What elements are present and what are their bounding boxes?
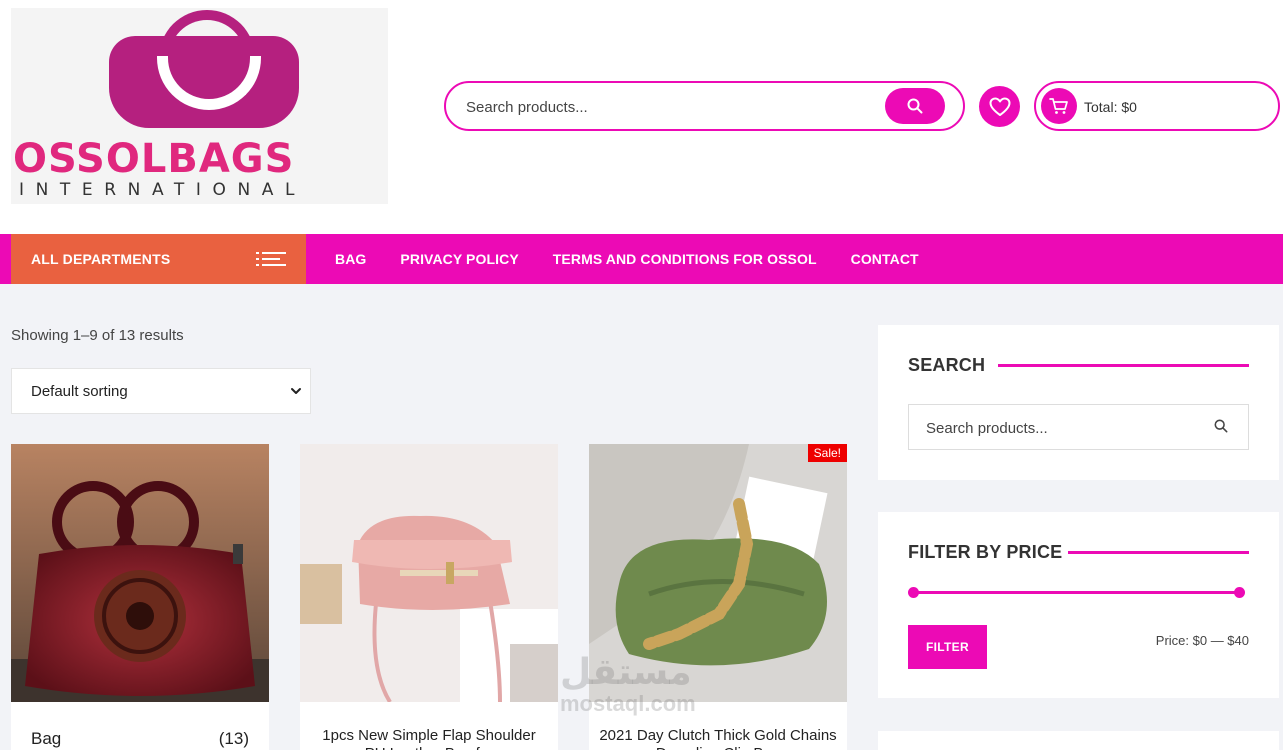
search-widget-title: SEARCH	[908, 355, 986, 375]
pink-bag-photo	[300, 444, 558, 702]
nav-menu: BAG PRIVACY POLICY TERMS AND CONDITIONS …	[335, 251, 953, 267]
nav-item-contact[interactable]: CONTACT	[851, 251, 919, 267]
logo-brand-left: OSSOL	[13, 136, 168, 182]
header-search	[444, 81, 965, 131]
wishlist-button[interactable]	[979, 86, 1020, 127]
sort-select[interactable]: Default sorting	[11, 368, 311, 414]
product-title[interactable]: 2021 Day Clutch Thick Gold Chains Dumpli…	[599, 727, 837, 750]
product-image[interactable]	[300, 444, 558, 702]
price-range-label: Price: $0 — $40	[1155, 633, 1249, 648]
sort-selected-value: Default sorting	[31, 383, 128, 400]
site-logo[interactable]: OSSOL BAGS INTERNATIONAL	[11, 8, 388, 204]
watermark-arabic: مستقل	[560, 652, 692, 693]
watermark: مستقل mostaql.com	[560, 655, 696, 717]
nav-item-bag[interactable]: BAG	[335, 251, 366, 267]
menu-lines-icon	[256, 252, 286, 266]
price-slider-max-handle[interactable]	[1234, 587, 1245, 598]
nav-item-privacy-policy[interactable]: PRIVACY POLICY	[400, 251, 518, 267]
product-card[interactable]: 1pcs New Simple Flap Shoulder PU Leather…	[300, 444, 558, 750]
cart-icon	[1049, 98, 1068, 114]
all-departments-label: ALL DEPARTMENTS	[31, 251, 171, 267]
logo-wordmark: OSSOL BAGS	[13, 136, 386, 182]
price-slider-track[interactable]	[913, 591, 1239, 594]
nav-item-terms[interactable]: TERMS AND CONDITIONS FOR OSSOL	[553, 251, 817, 267]
widget-title-line	[998, 364, 1249, 367]
price-filter-title: FILTER BY PRICE	[908, 542, 1063, 562]
bag-photo	[11, 444, 269, 702]
header-search-input[interactable]	[466, 95, 886, 119]
site-header: OSSOL BAGS INTERNATIONAL Total: $0	[0, 0, 1283, 234]
search-icon	[907, 98, 923, 114]
cart-button[interactable]: Total: $0	[1034, 81, 1280, 131]
search-icon[interactable]	[1214, 419, 1228, 433]
header-search-button[interactable]	[885, 88, 945, 124]
chevron-down-icon	[291, 388, 301, 394]
sidebar-search-box	[908, 404, 1249, 450]
all-departments-button[interactable]: ALL DEPARTMENTS	[11, 234, 306, 284]
next-widget	[878, 731, 1279, 750]
price-slider-min-handle[interactable]	[908, 587, 919, 598]
logo-brand-right: BAGS	[167, 136, 295, 182]
cart-total: Total: $0	[1084, 99, 1137, 115]
sale-badge: Sale!	[807, 444, 847, 462]
logo-tagline: INTERNATIONAL	[19, 180, 307, 200]
sidebar-search-input[interactable]	[926, 417, 1196, 439]
category-image[interactable]	[11, 444, 269, 702]
main-navigation: ALL DEPARTMENTS BAG PRIVACY POLICY TERMS…	[0, 234, 1283, 284]
category-count: (13)	[218, 729, 249, 748]
watermark-domain: mostaql.com	[560, 691, 696, 716]
category-card-bag[interactable]: Bag (13)	[11, 444, 269, 750]
filter-button[interactable]: FILTER	[908, 625, 987, 669]
price-filter-widget: FILTER BY PRICE FILTER Price: $0 — $40	[878, 512, 1279, 698]
cart-icon-badge	[1041, 88, 1077, 124]
heart-icon	[989, 97, 1010, 116]
search-widget: SEARCH	[878, 325, 1279, 480]
product-title[interactable]: 1pcs New Simple Flap Shoulder PU Leather…	[310, 727, 548, 750]
result-count: Showing 1–9 of 13 results	[11, 327, 184, 344]
category-name[interactable]: Bag	[31, 729, 61, 749]
widget-title-line	[1068, 551, 1249, 554]
